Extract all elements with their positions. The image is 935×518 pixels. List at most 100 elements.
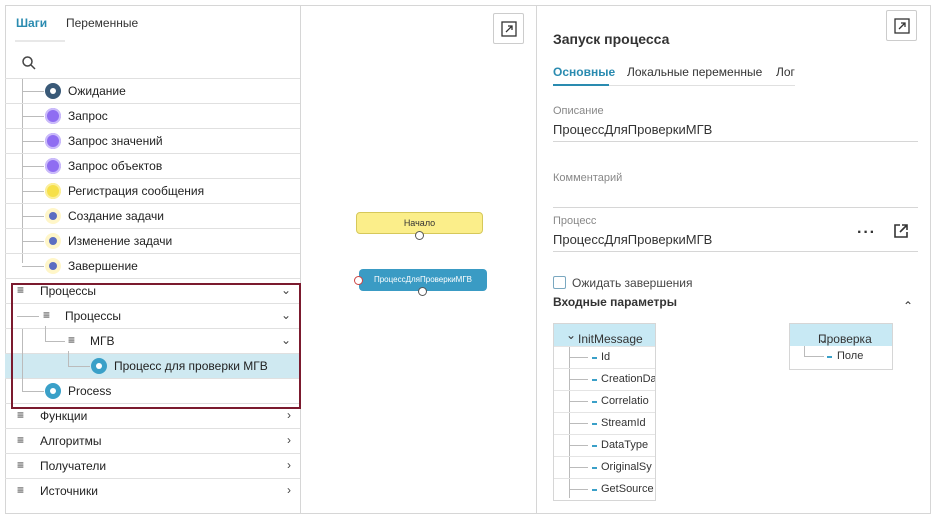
message-icon xyxy=(45,183,61,199)
group-icon: ≡ xyxy=(17,283,25,297)
param-row[interactable]: GetSource xyxy=(554,478,655,500)
expand-button[interactable] xyxy=(493,13,524,44)
group-icon: ≡ xyxy=(17,483,25,497)
request-values-icon xyxy=(45,133,61,149)
tab-main[interactable]: Основные xyxy=(553,65,615,79)
tree-item-label: Запрос xyxy=(68,109,108,123)
chevron-right-icon[interactable]: › xyxy=(287,458,291,472)
chevron-down-icon: ⌄ xyxy=(566,328,577,342)
tab-steps[interactable]: Шаги xyxy=(16,16,47,30)
field-underline xyxy=(553,141,918,142)
source-params-header[interactable]: InitMessage ⌄ xyxy=(554,324,655,346)
gear-icon xyxy=(45,83,61,99)
param-row[interactable]: OriginalSy xyxy=(554,456,655,478)
target-params-header[interactable]: Проверка ⌄ xyxy=(790,324,892,346)
tree-item-label: Изменение задачи xyxy=(68,234,173,248)
wait-completion-checkbox[interactable] xyxy=(553,276,566,289)
tree-item-message-registration[interactable]: Регистрация сообщения xyxy=(5,178,300,203)
search-icon[interactable] xyxy=(21,55,37,71)
request-objects-icon xyxy=(45,158,61,174)
field-underline xyxy=(553,251,918,252)
param-row[interactable]: Id xyxy=(554,346,655,368)
tree-item-request-values[interactable]: Запрос значений xyxy=(5,128,300,153)
tree-item-process-mgv[interactable]: Процесс для проверки МГВ xyxy=(5,351,300,378)
group-icon: ≡ xyxy=(17,458,25,472)
tab-variables[interactable]: Переменные xyxy=(66,16,138,30)
tree-group-processes-sub[interactable]: ≡ Процессы ⌄ xyxy=(5,303,300,328)
input-params-title: Входные параметры xyxy=(553,295,677,309)
tree-item-change-task[interactable]: Изменение задачи xyxy=(5,228,300,253)
open-external-icon[interactable] xyxy=(892,222,910,240)
tab-log[interactable]: Лог xyxy=(776,65,795,79)
chevron-up-icon[interactable]: ⌃ xyxy=(903,299,913,313)
param-row[interactable]: CreationDa xyxy=(554,368,655,390)
tree-group-label: Процессы xyxy=(65,309,122,323)
description-field[interactable]: ПроцессДляПроверкиМГВ xyxy=(553,122,712,137)
tree-group-label: Функции xyxy=(40,409,88,423)
tree-item-label: Ожидание xyxy=(68,84,126,98)
tab-underline xyxy=(15,40,65,42)
expand-button[interactable] xyxy=(886,10,917,41)
process-field[interactable]: ПроцессДляПроверкиМГВ xyxy=(553,232,712,247)
tree-group-processes[interactable]: ≡ Процессы ⌄ xyxy=(5,278,300,303)
tree-group-sources[interactable]: ≡ Источники › xyxy=(5,478,300,503)
group-icon: ≡ xyxy=(17,433,25,447)
tree-item-label: Процесс для проверки МГВ xyxy=(114,359,268,373)
param-label: Поле xyxy=(837,350,864,362)
tree-item-process[interactable]: Process xyxy=(5,329,300,403)
chevron-right-icon[interactable]: › xyxy=(287,433,291,447)
start-node-port[interactable] xyxy=(415,231,424,240)
tree-item-label: Регистрация сообщения xyxy=(68,184,205,198)
chevron-down-icon[interactable]: ⌄ xyxy=(281,333,291,347)
tree-item-label: Process xyxy=(68,384,112,398)
comment-label: Комментарий xyxy=(553,172,623,184)
more-options-button[interactable]: ··· xyxy=(857,224,876,242)
tab-local-variables[interactable]: Локальные переменные xyxy=(627,65,762,79)
tree-group-label: Алгоритмы xyxy=(40,434,102,448)
source-params-table: InitMessage ⌄ Id CreationDa Correlatio S… xyxy=(553,323,656,501)
target-params-table: Проверка ⌄ Поле xyxy=(789,323,893,370)
tree-group-receivers[interactable]: ≡ Получатели › xyxy=(5,453,300,478)
gear-icon xyxy=(45,233,61,249)
chevron-right-icon[interactable]: › xyxy=(287,408,291,422)
tree-group-label: Получатели xyxy=(40,459,107,473)
tree-item-waiting[interactable]: Ожидание xyxy=(5,78,300,103)
comment-field[interactable] xyxy=(553,207,918,208)
expand-icon xyxy=(894,18,910,34)
tree-group-label: Источники xyxy=(40,484,98,498)
tree-item-finish[interactable]: Завершение xyxy=(5,253,300,278)
process-canvas[interactable]: Начало ПроцессДляПроверкиМГВ xyxy=(301,5,537,514)
tree-group-algorithms[interactable]: ≡ Алгоритмы › xyxy=(5,428,300,453)
chevron-down-icon[interactable]: ⌄ xyxy=(281,283,291,297)
group-icon: ≡ xyxy=(68,333,76,347)
gear-icon xyxy=(91,358,107,374)
properties-panel: Запуск процесса Основные Локальные перем… xyxy=(537,5,931,514)
tree-group-mgv[interactable]: ≡ МГВ ⌄ xyxy=(5,326,300,353)
tree-item-label: Создание задачи xyxy=(68,209,164,223)
group-icon: ≡ xyxy=(17,408,25,422)
wait-completion-label: Ожидать завершения xyxy=(572,276,693,290)
panel-title: Запуск процесса xyxy=(553,31,670,47)
chevron-down-icon[interactable]: ⌄ xyxy=(281,308,291,322)
process-node-in-port[interactable] xyxy=(354,276,363,285)
active-tab-indicator xyxy=(553,84,609,86)
gear-icon xyxy=(45,258,61,274)
steps-panel: Шаги Переменные Ожидание Запрос Запрос з… xyxy=(5,5,301,514)
param-row[interactable]: DataType xyxy=(554,434,655,456)
tree-group-functions[interactable]: ≡ Функции › xyxy=(5,403,300,428)
group-icon: ≡ xyxy=(43,308,51,322)
tree-item-request[interactable]: Запрос xyxy=(5,103,300,128)
gear-icon xyxy=(45,383,61,399)
description-label: Описание xyxy=(553,105,604,117)
tree-item-label: Запрос объектов xyxy=(68,159,163,173)
request-icon xyxy=(45,108,61,124)
tree-item-label: Запрос значений xyxy=(68,134,163,148)
param-row[interactable]: Поле xyxy=(790,346,892,368)
param-row[interactable]: Correlatio xyxy=(554,390,655,412)
param-row[interactable]: StreamId xyxy=(554,412,655,434)
tree-item-request-objects[interactable]: Запрос объектов xyxy=(5,153,300,178)
chevron-right-icon[interactable]: › xyxy=(287,483,291,497)
process-node-out-port[interactable] xyxy=(418,287,427,296)
panel-tabs: Шаги Переменные xyxy=(5,5,300,45)
tree-item-create-task[interactable]: Создание задачи xyxy=(5,203,300,228)
